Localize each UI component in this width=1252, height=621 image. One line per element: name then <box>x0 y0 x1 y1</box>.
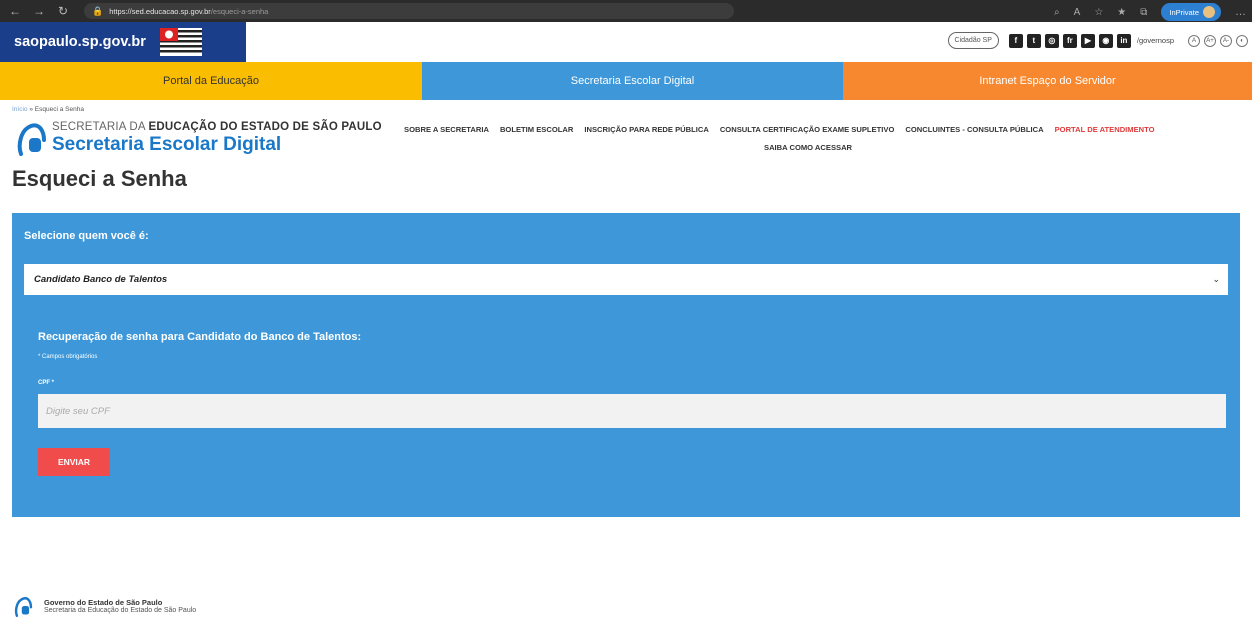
page-title: Esqueci a Senha <box>12 166 187 191</box>
twitter-icon[interactable]: t <box>1026 33 1041 48</box>
nav-consulta-certificacao[interactable]: CONSULTA CERTIFICAÇÃO EXAME SUPLETIVO <box>720 124 895 136</box>
font-decrease-icon[interactable]: A- <box>1220 34 1232 47</box>
breadcrumb-current: Esqueci a Senha <box>34 106 84 113</box>
gov-handle: /governosp <box>1136 36 1174 45</box>
tab-secretaria-escolar-digital[interactable]: Secretaria Escolar Digital <box>422 62 843 100</box>
contrast-icon[interactable]: ◐ <box>1236 34 1248 47</box>
sed-footer-logo-icon <box>14 597 33 617</box>
url-text: https://sed.educacao.sp.gov.br/esqueci-a… <box>109 6 269 16</box>
address-bar[interactable]: 🔒 https://sed.educacao.sp.gov.br/esqueci… <box>84 3 734 19</box>
youtube-icon[interactable]: ▶ <box>1080 33 1095 48</box>
inprivate-badge[interactable]: InPrivate <box>1161 3 1221 21</box>
back-icon[interactable]: ← <box>8 4 22 18</box>
sed-title-line1: SECRETARIA DA EDUCAÇÃO DO ESTADO DE SÃO … <box>52 121 382 133</box>
breadcrumb-separator: » <box>27 106 35 113</box>
tab-intranet-servidor[interactable]: Intranet Espaço do Servidor <box>843 62 1252 100</box>
recovery-panel: Selecione quem você é: Candidato Banco d… <box>12 213 1240 517</box>
recovery-title: Recuperação de senha para Candidato do B… <box>38 331 362 343</box>
breadcrumb-home[interactable]: Início <box>12 106 28 113</box>
chevron-down-icon: ⌄ <box>1212 274 1220 284</box>
footer: Governo do Estado de São Paulo Secretari… <box>12 595 196 617</box>
footer-line2: Secretaria da Educação do Estado de São … <box>44 607 197 614</box>
required-note: * Campos obrigatórios <box>38 354 98 360</box>
lock-icon: 🔒 <box>92 5 104 16</box>
breadcrumb: Início » Esqueci a Senha <box>0 100 1252 118</box>
search-icon[interactable]: ⌕ <box>1054 7 1060 18</box>
sed-logo-icon[interactable] <box>16 120 46 156</box>
favorite-icon[interactable]: ☆ <box>1094 7 1103 18</box>
nav-portal-atendimento[interactable]: PORTAL DE ATENDIMENTO <box>1055 124 1155 136</box>
font-default-icon[interactable]: A <box>1188 34 1200 47</box>
sp-flag-icon <box>159 28 202 56</box>
nav-sobre-secretaria[interactable]: SOBRE A SECRETARIA <box>404 124 489 136</box>
site-header: SECRETARIA DA EDUCAÇÃO DO ESTADO DE SÃO … <box>0 118 1252 162</box>
top-nav: SOBRE A SECRETARIA BOLETIM ESCOLAR INSCR… <box>404 124 1244 154</box>
user-type-select[interactable]: Candidato Banco de Talentos ⌄ <box>24 264 1228 295</box>
avatar <box>1203 6 1215 18</box>
sed-title-line2[interactable]: Secretaria Escolar Digital <box>52 134 281 156</box>
favorites-icon[interactable]: ★ <box>1117 7 1126 18</box>
cpf-label: CPF * <box>38 380 55 386</box>
nav-saiba-como-acessar[interactable]: SAIBA COMO ACESSAR <box>404 142 1233 154</box>
select-value: Candidato Banco de Talentos <box>34 274 168 285</box>
nav-concluintes[interactable]: CONCLUINTES - CONSULTA PÚBLICA <box>905 124 1043 136</box>
nav-boletim-escolar[interactable]: BOLETIM ESCOLAR <box>500 124 573 136</box>
read-aloud-icon[interactable]: A <box>1074 7 1081 18</box>
collections-icon[interactable]: ⧉ <box>1140 7 1147 18</box>
font-increase-icon[interactable]: A+ <box>1204 34 1216 47</box>
tab-portal-educacao[interactable]: Portal da Educação <box>0 62 422 100</box>
select-label: Selecione quem você é: <box>24 230 149 242</box>
forward-icon[interactable]: → <box>32 4 46 18</box>
refresh-icon[interactable]: ↻ <box>56 4 70 18</box>
gov-logo[interactable]: saopaulo.sp.gov.br <box>0 22 246 62</box>
instagram-icon[interactable]: ◎ <box>1044 33 1059 48</box>
more-icon[interactable]: … <box>1235 6 1246 18</box>
flickr-icon[interactable]: fr <box>1062 33 1077 48</box>
cidadao-sp-button[interactable]: Cidadão SP <box>947 32 999 49</box>
gov-header: saopaulo.sp.gov.br Cidadão SP f t ◎ fr ▶… <box>0 22 1252 62</box>
cpf-input[interactable] <box>38 394 1226 428</box>
linkedin-icon[interactable]: in <box>1116 33 1131 48</box>
submit-button[interactable]: ENVIAR <box>38 448 110 476</box>
facebook-icon[interactable]: f <box>1008 33 1023 48</box>
browser-toolbar: ← → ↻ 🔒 https://sed.educacao.sp.gov.br/e… <box>0 0 1252 22</box>
portal-tabs: Portal da Educação Secretaria Escolar Di… <box>0 62 1252 100</box>
nav-inscricao-rede-publica[interactable]: INSCRIÇÃO PARA REDE PÚBLICA <box>584 124 708 136</box>
spotify-icon[interactable]: ◉ <box>1098 33 1113 48</box>
footer-line1: Governo do Estado de São Paulo <box>44 598 163 607</box>
